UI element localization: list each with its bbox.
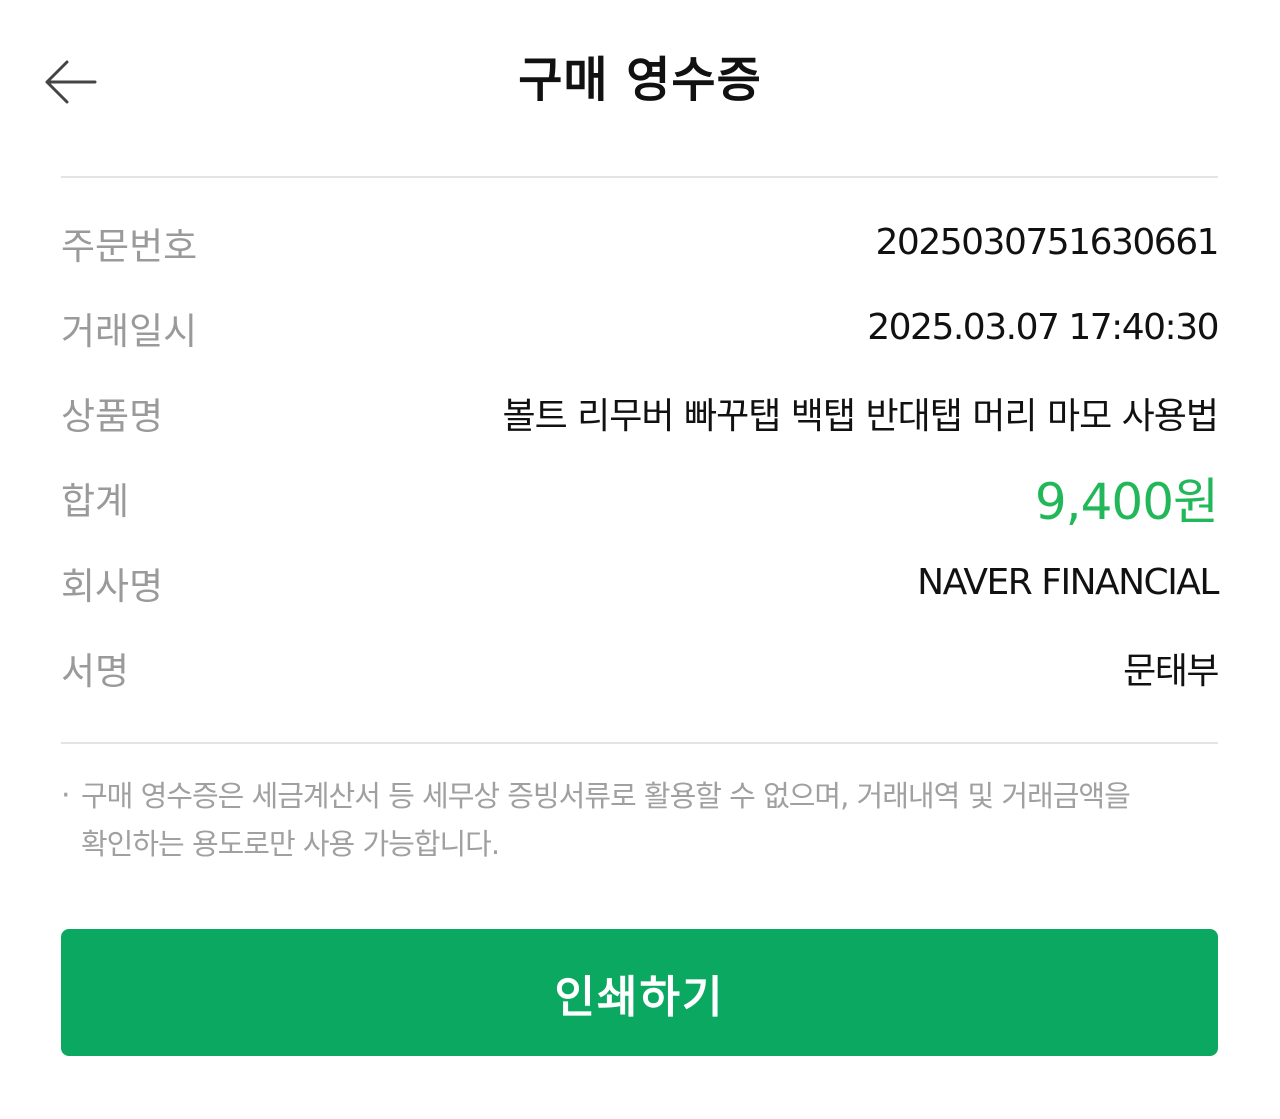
- notice-bullet: ·: [61, 778, 71, 813]
- total-amount: 9,400원: [1034, 472, 1219, 531]
- total-row: 합계 9,400원: [61, 455, 1219, 540]
- receipt-notice: · 구매 영수증은 세금계산서 등 세무상 증빙서류로 활용할 수 없으며, 거…: [61, 772, 1218, 868]
- bottom-divider: [61, 742, 1218, 744]
- order-number-value: 2025030751630661: [875, 222, 1220, 263]
- receipt-details: 주문번호 2025030751630661 거래일시 2025.03.07 17…: [61, 200, 1220, 710]
- transaction-date-row: 거래일시 2025.03.07 17:40:30: [61, 285, 1219, 370]
- signature-value: 문태부: [1123, 650, 1219, 692]
- product-name-label: 상품명: [61, 394, 164, 438]
- order-number-row: 주문번호 2025030751630661: [61, 200, 1220, 285]
- header: 구매 영수증: [0, 0, 1280, 168]
- product-name-value: 볼트 리무버 빠꾸탭 백탭 반대탭 머리 마모 사용법: [502, 395, 1219, 437]
- company-name-value: NAVER FINANCIAL: [917, 562, 1219, 603]
- signature-row: 서명 문태부: [61, 625, 1219, 710]
- signature-label: 서명: [61, 649, 130, 693]
- product-name-row: 상품명 볼트 리무버 빠꾸탭 백탭 반대탭 머리 마모 사용법: [61, 370, 1219, 455]
- print-button[interactable]: 인쇄하기: [61, 929, 1218, 1056]
- print-button-label: 인쇄하기: [554, 971, 725, 1023]
- transaction-date-label: 거래일시: [61, 309, 198, 353]
- transaction-date-value: 2025.03.07 17:40:30: [867, 307, 1219, 348]
- top-divider: [61, 176, 1218, 178]
- company-name-row: 회사명 NAVER FINANCIAL: [61, 540, 1219, 625]
- order-number-label: 주문번호: [61, 224, 198, 268]
- notice-text: 구매 영수증은 세금계산서 등 세무상 증빙서류로 활용할 수 없으며, 거래내…: [81, 779, 1131, 861]
- page-title: 구매 영수증: [518, 52, 762, 108]
- company-name-label: 회사명: [61, 564, 164, 608]
- total-label: 합계: [61, 479, 130, 523]
